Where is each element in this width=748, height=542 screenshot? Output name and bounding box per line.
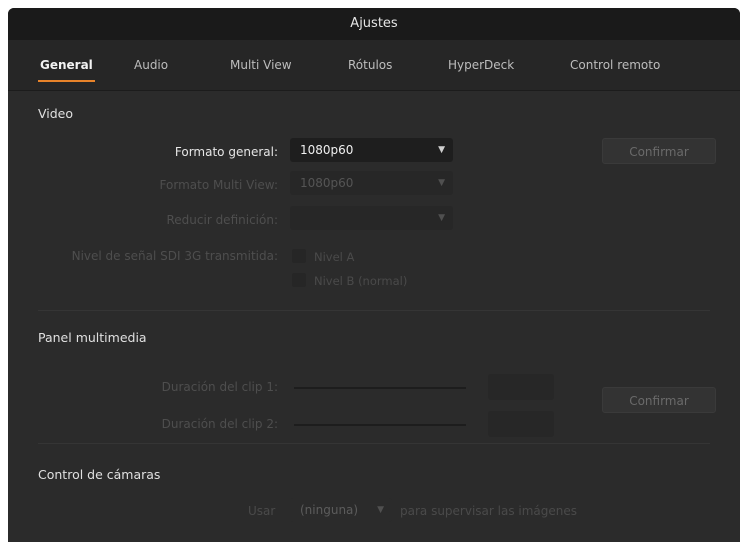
tab-rotulos[interactable]: Rótulos bbox=[348, 40, 392, 90]
multiview-format-label: Formato Multi View: bbox=[159, 178, 278, 192]
window-title: Ajustes bbox=[8, 8, 740, 40]
multiview-format-value: 1080p60 bbox=[300, 176, 354, 190]
clip2-duration-field[interactable] bbox=[488, 411, 554, 437]
media-confirm-button[interactable]: Confirmar bbox=[602, 387, 716, 413]
camera-use-label: Usar bbox=[248, 504, 276, 518]
clip2-duration-label: Duración del clip 2: bbox=[161, 417, 278, 431]
chevron-down-icon: ▼ bbox=[438, 145, 445, 155]
level-a-checkbox[interactable] bbox=[292, 249, 306, 263]
downconvert-select[interactable]: ▼ bbox=[290, 206, 453, 230]
camera-monitor-select[interactable]: (ninguna) ▼ bbox=[290, 498, 392, 522]
level-b-checkbox[interactable] bbox=[292, 273, 306, 287]
camera-section-title: Control de cámaras bbox=[38, 467, 161, 482]
clip2-duration-slider[interactable] bbox=[294, 424, 466, 426]
tab-general[interactable]: General bbox=[38, 40, 95, 90]
tab-audio[interactable]: Audio bbox=[134, 40, 168, 90]
tab-hyperdeck[interactable]: HyperDeck bbox=[448, 40, 514, 90]
video-section-title: Video bbox=[38, 106, 74, 121]
level-a-label: Nivel A bbox=[314, 250, 355, 264]
chevron-down-icon: ▼ bbox=[377, 505, 384, 515]
camera-suffix-label: para supervisar las imágenes bbox=[400, 504, 578, 518]
format-label: Formato general: bbox=[174, 145, 278, 159]
tab-control-remoto[interactable]: Control remoto bbox=[570, 40, 660, 90]
media-section-title: Panel multimedia bbox=[38, 330, 147, 345]
chevron-down-icon: ▼ bbox=[438, 213, 445, 223]
section-divider bbox=[38, 443, 710, 444]
tab-multi-view[interactable]: Multi View bbox=[230, 40, 292, 90]
clip1-duration-label: Duración del clip 1: bbox=[161, 380, 278, 394]
clip1-duration-field[interactable] bbox=[488, 374, 554, 400]
section-divider bbox=[38, 310, 710, 311]
chevron-down-icon: ▼ bbox=[438, 178, 445, 188]
multiview-format-select[interactable]: 1080p60 ▼ bbox=[290, 171, 453, 195]
clip1-duration-slider[interactable] bbox=[294, 387, 466, 389]
tab-bar: General Audio Multi View Rótulos HyperDe… bbox=[8, 40, 740, 91]
sdi-level-label: Nivel de señal SDI 3G transmitida: bbox=[71, 249, 278, 263]
level-b-label: Nivel B (normal) bbox=[314, 274, 408, 288]
downconvert-label: Reducir definición: bbox=[166, 213, 278, 227]
settings-window: Ajustes General Audio Multi View Rótulos… bbox=[8, 8, 740, 542]
camera-monitor-value: (ninguna) bbox=[300, 503, 359, 517]
format-select-value: 1080p60 bbox=[300, 143, 354, 157]
format-select[interactable]: 1080p60 ▼ bbox=[290, 138, 453, 162]
video-confirm-button[interactable]: Confirmar bbox=[602, 138, 716, 164]
